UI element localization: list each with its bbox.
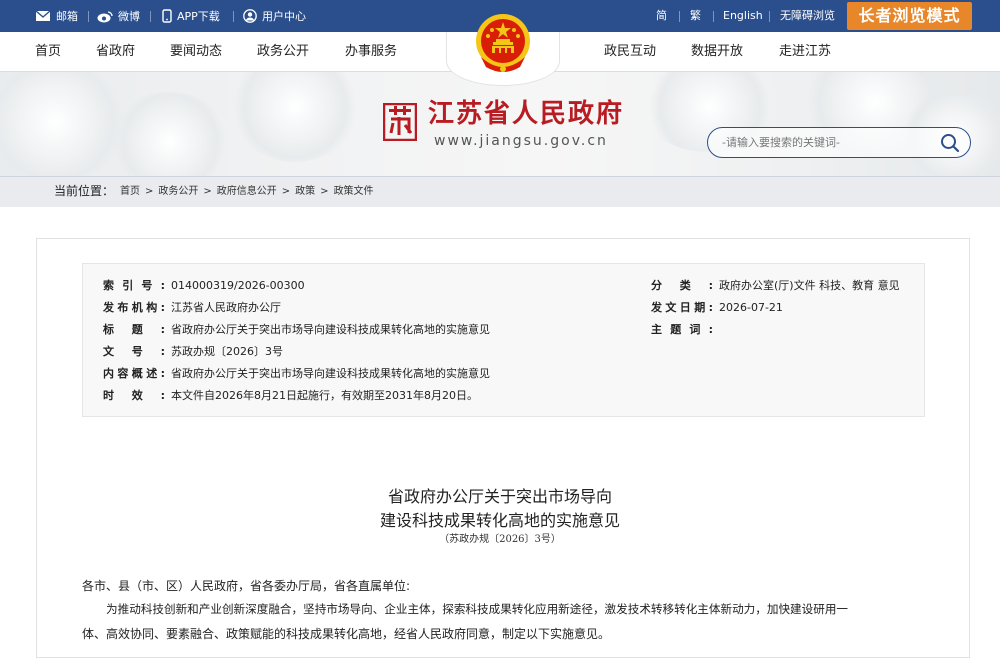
- nav-item-gov-affairs[interactable]: 政务公开: [257, 32, 309, 72]
- phone-icon: [162, 9, 172, 23]
- breadcrumb-separator: >: [145, 186, 154, 197]
- meta-title-value: 省政府办公厅关于突出市场导向建设科技成果转化高地的实施意见: [171, 323, 490, 336]
- breadcrumb-item-policy[interactable]: 政策: [295, 177, 315, 207]
- meta-date: 发文日期: 2026-07-21: [651, 298, 921, 318]
- nav-item-interaction[interactable]: 政民互动: [604, 32, 656, 72]
- meta-title: 标题: 省政府办公厅关于突出市场导向建设科技成果转化高地的实施意见: [103, 320, 623, 340]
- breadcrumb-separator: >: [320, 186, 329, 197]
- meta-category: 分类: 政府办公室(厅)文件 科技、教育 意见: [651, 276, 921, 296]
- document-salutation: 各市、县（市、区）人民政府，省各委办厅局，省各直属单位:: [82, 579, 411, 593]
- meta-summary-value: 省政府办公厅关于突出市场导向建设科技成果转化高地的实施意见: [171, 367, 490, 380]
- user-center-label: 用户中心: [262, 10, 306, 23]
- nav-item-about-jiangsu[interactable]: 走进江苏: [779, 32, 831, 72]
- nav-item-open-data[interactable]: 数据开放: [691, 32, 743, 72]
- weibo-label: 微博: [118, 10, 140, 23]
- meta-index-key: 索引号:: [103, 279, 165, 292]
- mail-label: 邮箱: [56, 10, 78, 23]
- meta-subject-key: 主题词:: [651, 323, 713, 336]
- breadcrumb-label: 当前位置：: [54, 184, 115, 198]
- site-url: www.jiangsu.gov.cn: [434, 133, 608, 149]
- meta-category-key: 分类:: [651, 279, 713, 292]
- meta-docno: 文号: 苏政办规〔2026〕3号: [103, 342, 523, 362]
- jiangsu-logo-icon: [382, 102, 418, 142]
- meta-issuer-key: 发布机构:: [103, 301, 165, 314]
- divider: [713, 11, 714, 22]
- site-title[interactable]: 江苏省人民政府: [428, 98, 624, 130]
- meta-issuer-value: 江苏省人民政府办公厅: [171, 301, 281, 314]
- user-icon: [243, 9, 257, 23]
- mail-icon: [35, 10, 51, 22]
- nav-item-home[interactable]: 首页: [35, 32, 61, 72]
- weibo-link[interactable]: 微博: [97, 0, 140, 32]
- search-input[interactable]: -请输入要搜索的关键词-: [722, 128, 840, 157]
- mail-link[interactable]: 邮箱: [35, 0, 78, 32]
- breadcrumb-item-gov-affairs[interactable]: 政务公开: [158, 177, 198, 207]
- divider: [679, 11, 680, 22]
- nav-item-province-gov[interactable]: 省政府: [96, 32, 135, 72]
- weibo-icon: [97, 10, 113, 23]
- meta-index: 索引号: 014000319/2026-00300: [103, 276, 523, 296]
- meta-docno-value: 苏政办规〔2026〕3号: [171, 345, 283, 358]
- meta-validity-value: 本文件自2026年8月21日起施行，有效期至2031年8月20日。: [171, 389, 478, 402]
- nav-item-services[interactable]: 办事服务: [345, 32, 397, 72]
- app-download-label: APP下载: [177, 10, 220, 23]
- breadcrumb-item-policy-docs[interactable]: 政策文件: [334, 177, 374, 207]
- meta-subject: 主题词:: [651, 320, 921, 340]
- divider: [88, 11, 89, 22]
- banner-decoration: [230, 72, 360, 162]
- divider: [150, 11, 151, 22]
- breadcrumb-item-info-disclosure[interactable]: 政府信息公开: [217, 177, 277, 207]
- divider: [769, 11, 770, 22]
- meta-validity-key: 时效:: [103, 389, 165, 402]
- nav-item-news[interactable]: 要闻动态: [170, 32, 222, 72]
- meta-validity: 时效: 本文件自2026年8月21日起施行，有效期至2031年8月20日。: [103, 386, 623, 406]
- document-paragraph-line: 体、高效协同、要素融合、政策赋能的科技成果转化高地，经省人民政府同意，制定以下实…: [82, 627, 611, 641]
- breadcrumb-item-home[interactable]: 首页: [120, 177, 140, 207]
- user-center-link[interactable]: 用户中心: [243, 0, 306, 32]
- meta-summary: 内容概述: 省政府办公厅关于突出市场导向建设科技成果转化高地的实施意见: [103, 364, 623, 384]
- banner-decoration: [110, 92, 230, 176]
- meta-index-value: 014000319/2026-00300: [171, 279, 305, 292]
- banner-decoration: [0, 72, 130, 176]
- meta-category-value: 政府办公室(厅)文件 科技、教育 意见: [719, 279, 900, 292]
- document-paragraph-line: 为推动科技创新和产业创新深度融合，坚持市场导向、企业主体，探索科技成果转化应用新…: [106, 602, 849, 616]
- breadcrumb-separator: >: [281, 186, 291, 197]
- document-title-line2: 建设科技成果转化高地的实施意见: [379, 511, 620, 530]
- app-download-link[interactable]: APP下载: [162, 0, 220, 32]
- document-title-line1: 省政府办公厅关于突出市场导向: [387, 487, 612, 506]
- national-emblem-icon[interactable]: [473, 11, 533, 81]
- meta-title-key: 标题:: [103, 323, 165, 336]
- search-box[interactable]: -请输入要搜索的关键词-: [707, 127, 971, 158]
- meta-summary-key: 内容概述:: [103, 367, 165, 380]
- meta-docno-key: 文号:: [103, 345, 165, 358]
- elder-mode-button[interactable]: 长者浏览模式: [847, 2, 972, 30]
- search-icon[interactable]: [940, 133, 960, 157]
- simplified-chinese-link[interactable]: 简: [656, 0, 667, 32]
- document-metadata: 索引号: 014000319/2026-00300 发布机构: 江苏省人民政府办…: [82, 263, 925, 417]
- breadcrumb-separator: >: [203, 186, 212, 197]
- breadcrumb: 首页 > 政务公开 > 政府信息公开 > 政策 > 政策文件: [120, 177, 374, 207]
- divider: [233, 11, 234, 22]
- document-number: （苏政办规〔2026〕3号）: [439, 534, 561, 545]
- meta-issuer: 发布机构: 江苏省人民政府办公厅: [103, 298, 523, 318]
- breadcrumb-bar: 当前位置： 首页 > 政务公开 > 政府信息公开 > 政策 > 政策文件: [0, 176, 1000, 207]
- accessible-browse-link[interactable]: 无障碍浏览: [780, 0, 835, 32]
- meta-date-value: 2026-07-21: [719, 301, 783, 314]
- english-link[interactable]: English: [723, 0, 763, 32]
- traditional-chinese-link[interactable]: 繁: [690, 0, 701, 32]
- meta-date-key: 发文日期:: [651, 301, 713, 314]
